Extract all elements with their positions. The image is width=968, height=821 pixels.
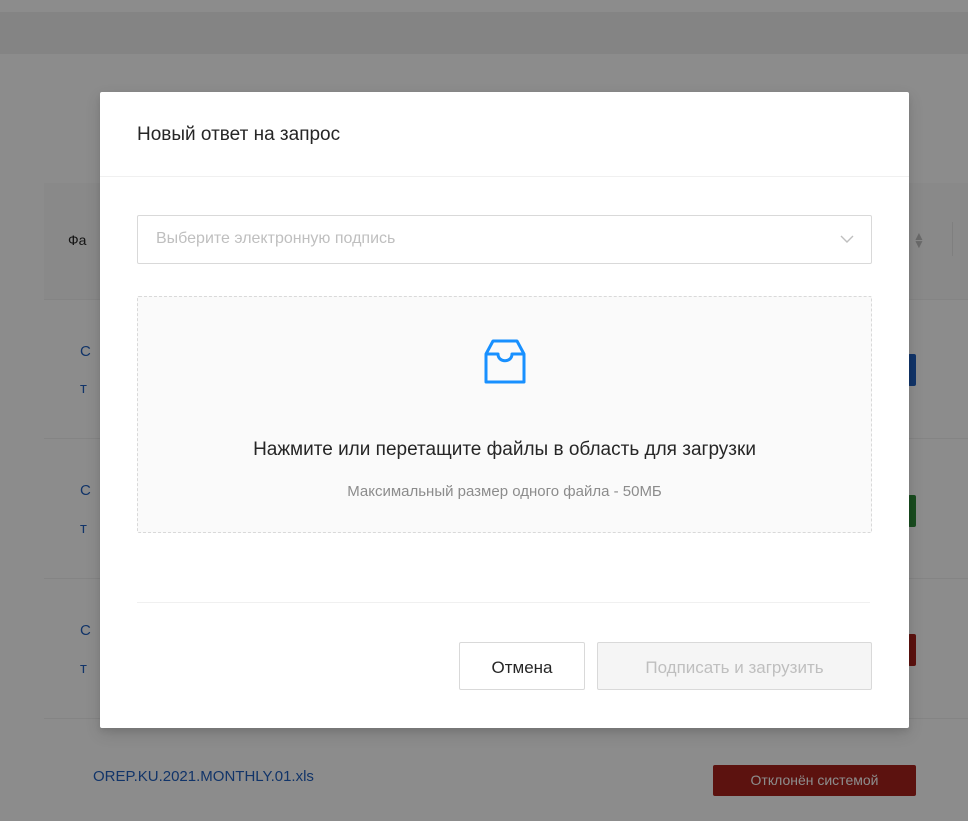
signature-select[interactable]: Выберите электронную подпись	[137, 215, 872, 264]
sign-and-upload-button[interactable]: Подписать и загрузить	[597, 642, 872, 690]
cancel-button[interactable]: Отмена	[459, 642, 585, 690]
upload-size-hint: Максимальный размер одного файла - 50МБ	[347, 483, 662, 500]
inbox-icon	[484, 339, 526, 384]
new-response-modal: Новый ответ на запрос Выберите электронн…	[100, 92, 909, 728]
footer-divider	[137, 602, 870, 603]
modal-title: Новый ответ на запрос	[137, 124, 341, 145]
upload-instruction-text: Нажмите или перетащите файлы в область д…	[253, 439, 756, 460]
file-upload-dropzone[interactable]: Нажмите или перетащите файлы в область д…	[137, 296, 872, 533]
modal-header: Новый ответ на запрос	[100, 92, 909, 177]
chevron-down-icon	[840, 235, 854, 243]
signature-select-placeholder: Выберите электронную подпись	[156, 230, 396, 247]
